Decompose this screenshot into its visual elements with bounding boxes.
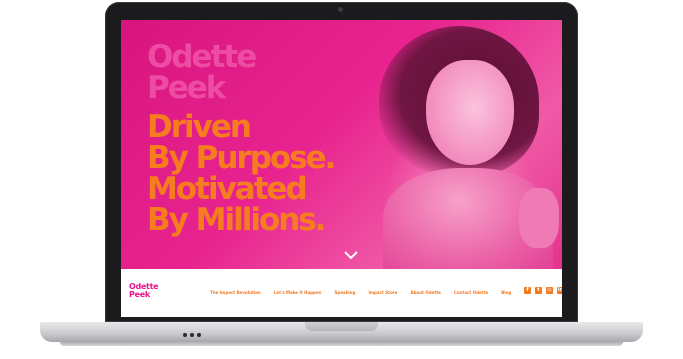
nav-item-blog[interactable]: Blog: [501, 290, 511, 295]
hero-photo-face: [426, 60, 514, 165]
webcam: [338, 7, 343, 12]
hero-banner: Odette Peek Driven By Purpose. Motivated…: [121, 20, 562, 269]
indicator-dot: [197, 333, 201, 337]
hero-name-line1: Odette: [147, 39, 257, 75]
tagline-line: By Purpose.: [147, 140, 336, 176]
site-nav-bar: Odette Peek The Impact Revolution Let's …: [121, 269, 562, 317]
hero-name: Odette Peek: [147, 39, 257, 106]
linkedin-icon[interactable]: in: [557, 287, 562, 294]
hero-photo-hand: [519, 188, 559, 248]
nav-item-speaking[interactable]: Speaking: [334, 290, 355, 295]
social-links: f t ◎ in: [524, 287, 562, 294]
nav-item-impact-revolution[interactable]: The Impact Revolution: [210, 290, 261, 295]
laptop-notch: [305, 322, 378, 331]
nav-item-contact[interactable]: Contact Odette: [454, 290, 488, 295]
twitter-icon[interactable]: t: [535, 287, 542, 294]
main-menu: The Impact Revolution Let's Make It Happ…: [210, 290, 524, 295]
facebook-icon[interactable]: f: [524, 287, 531, 294]
tagline-line: Driven: [147, 109, 252, 145]
nav-item-lets-make-it-happen[interactable]: Let's Make It Happen: [274, 290, 322, 295]
indicator-dot: [183, 333, 187, 337]
chevron-down-icon[interactable]: [343, 249, 359, 261]
nav-item-about[interactable]: About Odette: [411, 290, 441, 295]
tagline-line: Motivated: [147, 171, 308, 207]
nav-item-impact-store[interactable]: Impact Store: [368, 290, 397, 295]
site-logo[interactable]: Odette Peek: [129, 283, 159, 299]
laptop-foot: [60, 342, 623, 346]
tagline-line: By Millions.: [147, 202, 327, 238]
instagram-icon[interactable]: ◎: [546, 287, 553, 294]
website-screen: Odette Peek Driven By Purpose. Motivated…: [121, 20, 562, 317]
hero-name-line2: Peek: [147, 70, 226, 106]
indicator-dot: [190, 333, 194, 337]
laptop-indicator-dots: [183, 333, 201, 337]
hero-tagline: Driven By Purpose. Motivated By Millions…: [147, 109, 336, 238]
logo-line2: Peek: [129, 290, 150, 299]
